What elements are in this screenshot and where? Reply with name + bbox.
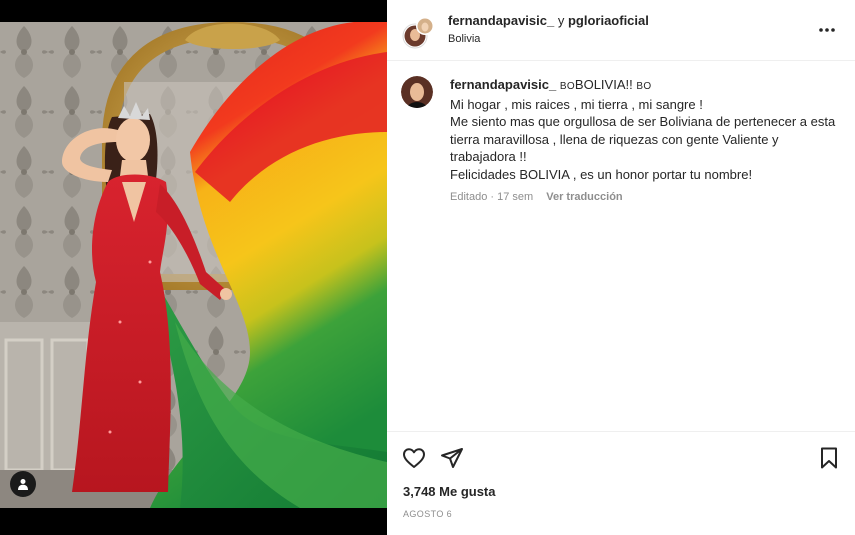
caption: fernandapavisic_ BOBOLIVIA!! BO Mi hogar… bbox=[401, 76, 839, 207]
caption-username[interactable]: fernandapavisic_ bbox=[450, 77, 556, 92]
post-photo[interactable] bbox=[0, 22, 387, 508]
post-location[interactable]: Bolivia bbox=[448, 33, 480, 45]
post-modal: fernandapavisic_ y pgloriaoficial Bolivi… bbox=[0, 0, 855, 535]
bookmark-icon[interactable] bbox=[817, 446, 841, 470]
action-bar bbox=[387, 431, 855, 479]
flag-emoji: BO bbox=[559, 81, 575, 92]
author-avatar[interactable] bbox=[401, 14, 437, 50]
caption-meta: Editado · 17 sem Ver traducción bbox=[450, 189, 839, 207]
post-header: fernandapavisic_ y pgloriaoficial Bolivi… bbox=[387, 0, 855, 61]
author-connector: y bbox=[557, 13, 565, 28]
post-authors: fernandapavisic_ y pgloriaoficial bbox=[448, 13, 649, 29]
like-count[interactable]: 3,748 Me gusta bbox=[403, 484, 496, 499]
caption-line: Felicidades BOLIVIA , es un honor portar… bbox=[450, 166, 753, 182]
heart-icon[interactable] bbox=[402, 446, 426, 470]
caption-avatar[interactable] bbox=[401, 76, 433, 108]
author-username[interactable]: fernandapavisic_ bbox=[448, 13, 554, 28]
caption-first-line: fernandapavisic_ BOBOLIVIA!! BO bbox=[450, 76, 839, 96]
caption-title: BOLIVIA!! bbox=[574, 77, 633, 92]
paper-plane-icon[interactable] bbox=[440, 446, 464, 470]
user-tag-icon bbox=[18, 479, 28, 490]
edited-timestamp: Editado · 17 sem bbox=[450, 191, 534, 203]
post-date[interactable]: Agosto 6 bbox=[403, 509, 452, 519]
post-details-panel: fernandapavisic_ y pgloriaoficial Bolivi… bbox=[387, 0, 855, 535]
see-translation-link[interactable]: Ver traducción bbox=[546, 191, 622, 203]
user-tag-button[interactable] bbox=[10, 471, 36, 497]
post-image bbox=[0, 22, 387, 508]
caption-line: Mi hogar , mis raices , mi tierra , mi s… bbox=[450, 96, 703, 112]
more-options-icon[interactable] bbox=[817, 20, 837, 40]
coauthor-username[interactable]: pgloriaoficial bbox=[568, 13, 649, 28]
caption-line: Me siento mas que orgullosa de ser Boliv… bbox=[450, 114, 836, 164]
flag-emoji: BO bbox=[636, 81, 652, 92]
